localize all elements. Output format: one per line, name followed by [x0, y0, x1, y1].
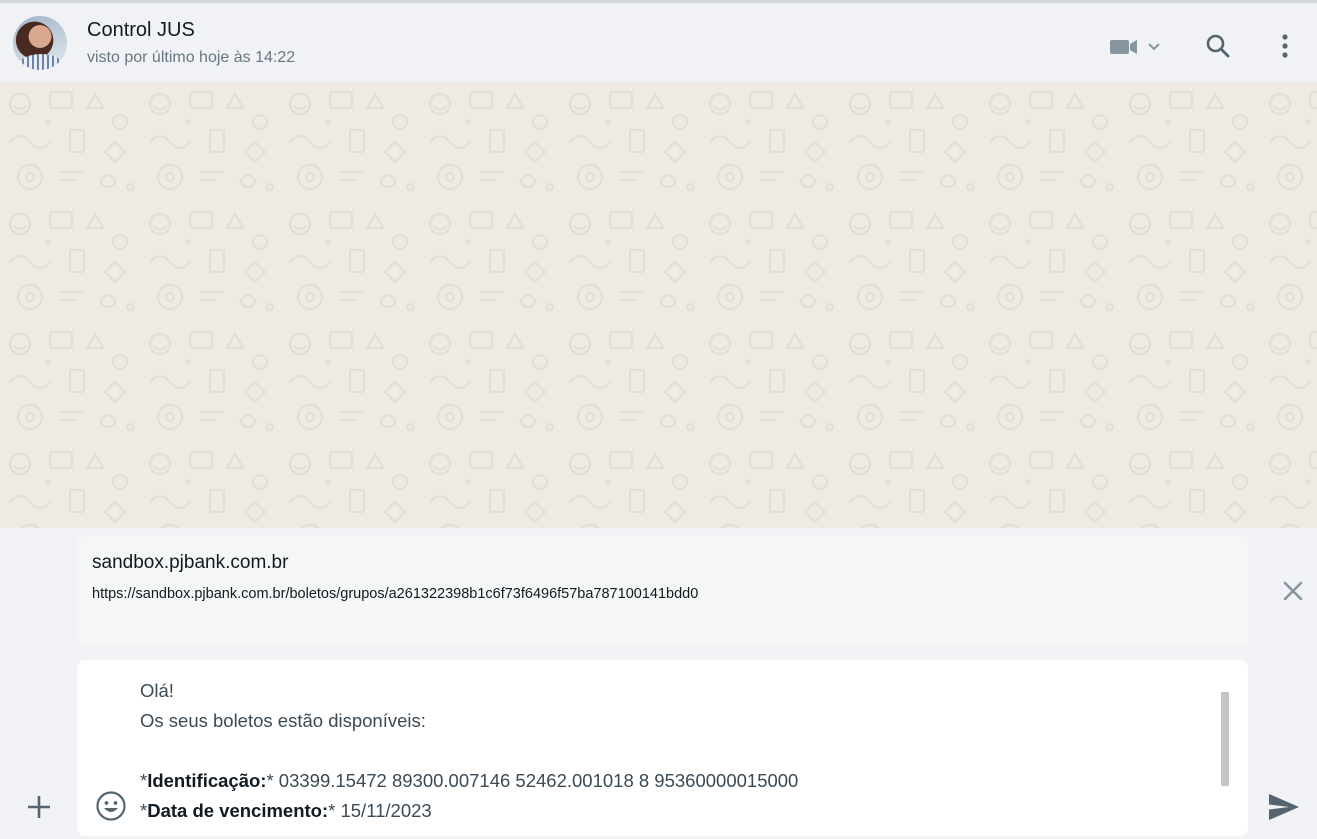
- video-call-icon: [1110, 40, 1160, 54]
- search-button[interactable]: [1200, 28, 1236, 64]
- chevron-down-icon: [1148, 43, 1160, 51]
- link-preview[interactable]: sandbox.pjbank.com.br https://sandbox.pj…: [77, 536, 1249, 646]
- message-text[interactable]: Olá! Os seus boletos estão disponíveis: …: [140, 676, 1200, 826]
- field-label-identificacao: Identificação:: [147, 770, 267, 791]
- attach-button[interactable]: [22, 790, 56, 824]
- chat-header[interactable]: Control JUS visto por último hoje às 14:…: [0, 3, 1317, 82]
- message-input[interactable]: Olá! Os seus boletos estão disponíveis: …: [77, 660, 1248, 836]
- video-call-button[interactable]: [1106, 30, 1166, 62]
- message-line: Os seus boletos estão disponíveis:: [140, 710, 426, 731]
- field-value-identificacao: 03399.15472 89300.007146 52462.001018 8 …: [273, 770, 799, 791]
- doodle-pattern: [0, 82, 1317, 528]
- avatar-shirt: [19, 54, 63, 70]
- link-preview-title: sandbox.pjbank.com.br: [92, 552, 289, 573]
- link-preview-url: https://sandbox.pjbank.com.br/boletos/gr…: [92, 586, 699, 602]
- contact-last-seen: visto por último hoje às 14:22: [87, 49, 296, 66]
- plus-icon: [28, 796, 50, 818]
- close-icon: [1283, 581, 1303, 601]
- emoji-icon: [96, 791, 126, 821]
- menu-dots-icon: [1282, 34, 1288, 58]
- menu-button[interactable]: [1270, 28, 1300, 64]
- message-greeting: Olá!: [140, 680, 174, 701]
- send-icon: [1269, 794, 1299, 820]
- contact-avatar[interactable]: [13, 16, 67, 70]
- chat-background: [0, 82, 1317, 528]
- close-preview-button[interactable]: [1278, 576, 1308, 606]
- send-button[interactable]: [1266, 790, 1302, 824]
- field-label-vencimento: Data de vencimento:: [147, 800, 329, 821]
- emoji-button[interactable]: [95, 790, 127, 822]
- field-suffix: *: [266, 770, 274, 791]
- search-icon: [1206, 34, 1230, 58]
- contact-name[interactable]: Control JUS: [87, 19, 195, 42]
- field-value-vencimento: 15/11/2023: [335, 800, 432, 821]
- composer-scrollbar[interactable]: [1221, 692, 1229, 786]
